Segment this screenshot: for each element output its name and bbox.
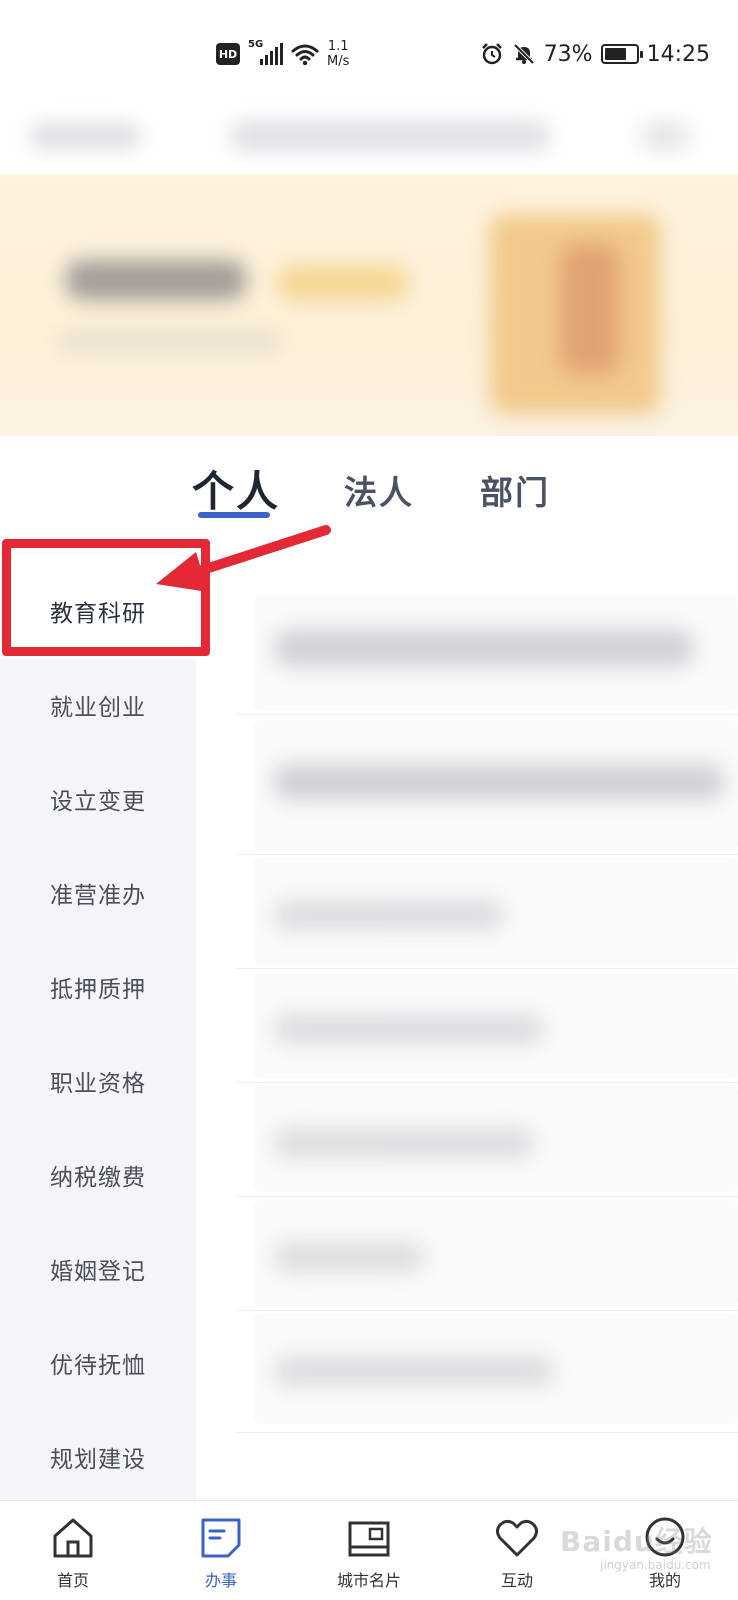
- nav-home[interactable]: 首页: [18, 1515, 128, 1595]
- service-item[interactable]: [254, 1086, 738, 1192]
- divider: [236, 714, 738, 715]
- status-bar: HD 5G 1.1 M/s 73% 14:25: [0, 0, 738, 104]
- promo-banner-blurred[interactable]: [0, 174, 738, 436]
- sidebar-item-professional-qualification[interactable]: 职业资格: [0, 1034, 196, 1128]
- divider: [236, 854, 738, 855]
- app-header-blurred: [0, 104, 738, 174]
- home-icon: [53, 1518, 93, 1558]
- sidebar-item-preferential-pension[interactable]: 优待抚恤: [0, 1316, 196, 1410]
- nav-interaction[interactable]: 互动: [462, 1515, 572, 1595]
- battery-icon: [600, 44, 643, 64]
- nav-city-card[interactable]: 城市名片: [314, 1515, 424, 1595]
- nav-city-card-label: 城市名片: [336, 1571, 401, 1590]
- sidebar-item-establishment-change[interactable]: 设立变更: [0, 752, 196, 846]
- document-icon: [201, 1518, 241, 1558]
- service-item[interactable]: [254, 1314, 738, 1424]
- tab-legal-person[interactable]: 法人: [344, 466, 414, 514]
- baidu-watermark: Baidu经验: [560, 1525, 713, 1558]
- annotation-arrow-icon: [156, 525, 331, 592]
- signal-icon: 5G: [248, 39, 283, 65]
- sidebar-item-business-permit[interactable]: 准营准办: [0, 846, 196, 940]
- wifi-icon: [291, 44, 319, 66]
- divider: [236, 1310, 738, 1311]
- sidebar-item-mortgage-pledge[interactable]: 抵押质押: [0, 940, 196, 1034]
- network-speed: 1.1 M/s: [327, 39, 350, 69]
- alarm-icon: [481, 43, 502, 65]
- nav-services[interactable]: 办事: [166, 1515, 276, 1595]
- baidu-watermark-url: jingyan.baidu.com: [600, 1558, 711, 1572]
- divider: [236, 1196, 738, 1197]
- status-left: HD 5G 1.1 M/s: [216, 36, 349, 72]
- service-item[interactable]: [254, 720, 738, 850]
- status-right: 73% 14:25: [480, 36, 710, 72]
- sidebar-item-tax-payment[interactable]: 纳税缴费: [0, 1128, 196, 1222]
- service-item[interactable]: [254, 1200, 738, 1306]
- heart-icon: [496, 1519, 538, 1557]
- divider: [236, 1432, 738, 1433]
- category-sidebar: 教育科研 就业创业 设立变更 准营准办 抵押质押 职业资格 纳税缴费 婚姻登记 …: [0, 564, 196, 1500]
- divider: [236, 968, 738, 969]
- hd-icon: HD: [216, 43, 240, 65]
- divider: [236, 1082, 738, 1083]
- nav-home-label: 首页: [56, 1571, 89, 1590]
- service-item[interactable]: [254, 858, 738, 964]
- sidebar-item-employment[interactable]: 就业创业: [0, 658, 196, 752]
- category-tabs: 个人 法人 部门: [0, 436, 738, 546]
- service-item[interactable]: [254, 972, 738, 1078]
- service-item[interactable]: [254, 596, 738, 710]
- tab-department[interactable]: 部门: [480, 466, 550, 514]
- sidebar-item-marriage-registration[interactable]: 婚姻登记: [0, 1222, 196, 1316]
- network-type: 5G: [248, 39, 264, 50]
- service-list-blurred: [236, 596, 738, 1436]
- nav-interaction-label: 互动: [500, 1571, 533, 1590]
- mute-bell-icon: [513, 43, 535, 65]
- card-icon: [348, 1521, 390, 1557]
- tab-personal[interactable]: 个人: [192, 458, 280, 519]
- battery-percent: 73%: [543, 41, 593, 67]
- clock: 14:25: [646, 41, 710, 67]
- nav-services-label: 办事: [204, 1571, 237, 1590]
- sidebar-item-planning-construction[interactable]: 规划建设: [0, 1410, 196, 1504]
- tab-indicator: [198, 512, 270, 518]
